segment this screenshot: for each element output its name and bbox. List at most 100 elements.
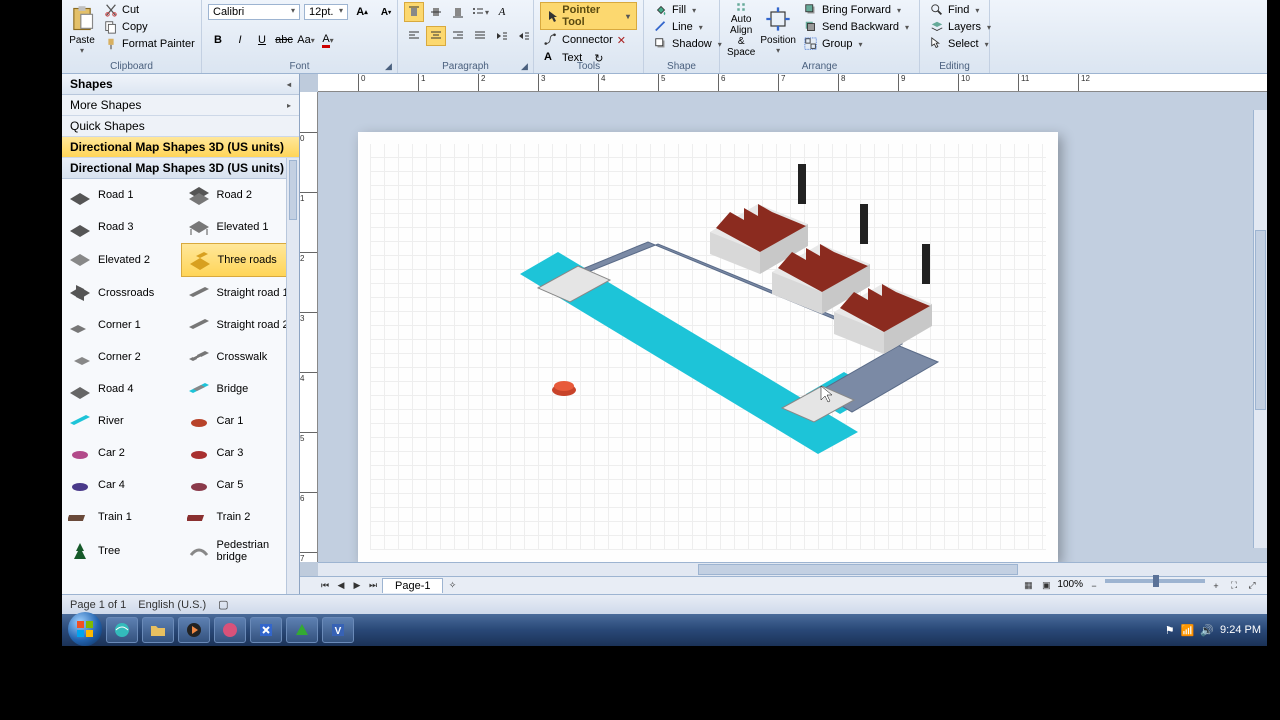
- italic-button[interactable]: I: [230, 30, 250, 50]
- bullets-button[interactable]: ▾: [470, 2, 490, 22]
- shapes-panel-header[interactable]: Shapes◂: [62, 74, 299, 95]
- zoom-slider-handle[interactable]: [1153, 575, 1159, 587]
- shape-item-three-roads[interactable]: Three roads: [181, 243, 300, 277]
- zoom-in-button[interactable]: +: [1209, 579, 1223, 593]
- taskbar-app1-button[interactable]: [214, 617, 246, 643]
- format-painter-button[interactable]: Format Painter: [100, 36, 199, 52]
- view-full-button[interactable]: ▣: [1039, 579, 1053, 593]
- quick-shapes-button[interactable]: Quick Shapes: [62, 116, 299, 137]
- shape-item-tree[interactable]: Tree: [62, 533, 181, 569]
- grow-font-button[interactable]: A▴: [352, 2, 372, 22]
- font-family-select[interactable]: Calibri▾: [208, 4, 300, 20]
- tray-volume-icon[interactable]: 🔊: [1200, 624, 1214, 637]
- shape-item-elevated-1[interactable]: Elevated 1: [181, 211, 300, 243]
- canvas-viewport[interactable]: [318, 92, 1267, 562]
- new-page-button[interactable]: ✧: [445, 579, 459, 593]
- view-normal-button[interactable]: ▦: [1021, 579, 1035, 593]
- tray-network-icon[interactable]: 📶: [1181, 624, 1195, 637]
- shape-item-road-1[interactable]: Road 1: [62, 179, 181, 211]
- drawing-page[interactable]: [358, 132, 1058, 562]
- align-bottom-button[interactable]: [448, 2, 468, 22]
- tray-clock[interactable]: 9:24 PM: [1220, 624, 1261, 636]
- shape-item-road-3[interactable]: Road 3: [62, 211, 181, 243]
- select-button[interactable]: Select▾: [926, 36, 993, 52]
- justify-button[interactable]: [470, 26, 490, 46]
- status-language[interactable]: English (U.S.): [138, 599, 206, 611]
- shape-item-crosswalk[interactable]: Crosswalk: [181, 341, 300, 373]
- send-backward-button[interactable]: Send Backward▾: [800, 19, 913, 35]
- shape-item-straight-road-2[interactable]: Straight road 2: [181, 309, 300, 341]
- first-page-button[interactable]: ⏮: [318, 579, 332, 593]
- taskbar-ie-button[interactable]: [106, 617, 138, 643]
- shadow-button[interactable]: Shadow▾: [650, 36, 726, 52]
- taskbar-explorer-button[interactable]: [142, 617, 174, 643]
- position-button[interactable]: Position▾: [760, 2, 796, 58]
- macro-record-icon[interactable]: ▢: [218, 598, 228, 611]
- shape-item-car-3[interactable]: Car 3: [181, 437, 300, 469]
- paragraph-dialog-launcher[interactable]: ◢: [521, 61, 531, 71]
- shape-item-straight-road-1[interactable]: Straight road 1: [181, 277, 300, 309]
- fit-page-button[interactable]: ⛶: [1227, 579, 1241, 593]
- shape-item-car-1[interactable]: Car 1: [181, 405, 300, 437]
- find-button[interactable]: Find▾: [926, 2, 983, 18]
- shape-item-road-4[interactable]: Road 4: [62, 373, 181, 405]
- tray-flag-icon[interactable]: ⚑: [1165, 624, 1175, 637]
- align-middle-button[interactable]: [426, 2, 446, 22]
- decrease-indent-button[interactable]: [492, 26, 512, 46]
- align-right-button[interactable]: [448, 26, 468, 46]
- shrink-font-button[interactable]: A▾: [376, 2, 396, 22]
- shape-item-train-2[interactable]: Train 2: [181, 501, 300, 533]
- canvas-vertical-scrollbar[interactable]: [1253, 110, 1267, 548]
- connector-button[interactable]: Connector✕: [540, 32, 630, 48]
- underline-button[interactable]: U: [252, 30, 272, 50]
- shape-item-car-4[interactable]: Car 4: [62, 469, 181, 501]
- fill-button[interactable]: Fill▾: [650, 2, 700, 18]
- case-button[interactable]: Aa▾: [296, 30, 316, 50]
- scrollbar-thumb[interactable]: [1255, 230, 1266, 410]
- prev-page-button[interactable]: ◀: [334, 579, 348, 593]
- next-page-button[interactable]: ▶: [350, 579, 364, 593]
- bold-button[interactable]: B: [208, 30, 228, 50]
- bring-forward-button[interactable]: Bring Forward▾: [800, 2, 913, 18]
- taskbar-media-button[interactable]: [178, 617, 210, 643]
- stencil-tab-directional-3d[interactable]: Directional Map Shapes 3D (US units): [62, 137, 299, 158]
- align-top-button[interactable]: [404, 2, 424, 22]
- font-dialog-launcher[interactable]: ◢: [385, 61, 395, 71]
- close-connector-icon[interactable]: ✕: [617, 34, 626, 47]
- font-color-button[interactable]: A▾: [318, 30, 338, 50]
- align-left-button[interactable]: [404, 26, 424, 46]
- taskbar-app2-button[interactable]: [250, 617, 282, 643]
- layers-button[interactable]: Layers▾: [926, 19, 995, 35]
- shape-item-bridge[interactable]: Bridge: [181, 373, 300, 405]
- shape-item-pedestrian-bridge[interactable]: Pedestrian bridge: [181, 533, 300, 569]
- shape-item-car-2[interactable]: Car 2: [62, 437, 181, 469]
- align-center-button[interactable]: [426, 26, 446, 46]
- shape-item-elevated-2[interactable]: Elevated 2: [62, 243, 181, 277]
- shape-item-car-5[interactable]: Car 5: [181, 469, 300, 501]
- shape-item-river[interactable]: River: [62, 405, 181, 437]
- car-shape[interactable]: [552, 381, 576, 396]
- stencil-scrollbar[interactable]: [286, 158, 299, 594]
- zoom-out-button[interactable]: −: [1087, 579, 1101, 593]
- font-size-select[interactable]: 12pt.▾: [304, 4, 348, 20]
- taskbar-visio-button[interactable]: V: [322, 617, 354, 643]
- page-tab-1[interactable]: Page-1: [382, 578, 443, 593]
- zoom-slider[interactable]: [1105, 579, 1205, 583]
- auto-align-button[interactable]: Auto Align & Space: [726, 2, 756, 58]
- more-shapes-button[interactable]: More Shapes▸: [62, 95, 299, 116]
- shape-item-corner-2[interactable]: Corner 2: [62, 341, 181, 373]
- canvas-horizontal-scrollbar[interactable]: [318, 562, 1267, 576]
- shape-item-road-2[interactable]: Road 2: [181, 179, 300, 211]
- copy-button[interactable]: Copy: [100, 19, 199, 35]
- scrollbar-thumb[interactable]: [289, 160, 297, 220]
- cut-button[interactable]: Cut: [100, 2, 199, 18]
- shape-item-corner-1[interactable]: Corner 1: [62, 309, 181, 341]
- paste-button[interactable]: Paste ▾: [68, 2, 96, 58]
- scrollbar-thumb[interactable]: [698, 564, 1018, 575]
- strikethrough-button[interactable]: abc: [274, 30, 294, 50]
- pointer-tool-button[interactable]: Pointer Tool▾: [540, 2, 637, 30]
- fullscreen-button[interactable]: ⤢: [1245, 579, 1259, 593]
- last-page-button[interactable]: ⏭: [366, 579, 380, 593]
- line-button[interactable]: Line▾: [650, 19, 707, 35]
- start-button[interactable]: [68, 612, 102, 646]
